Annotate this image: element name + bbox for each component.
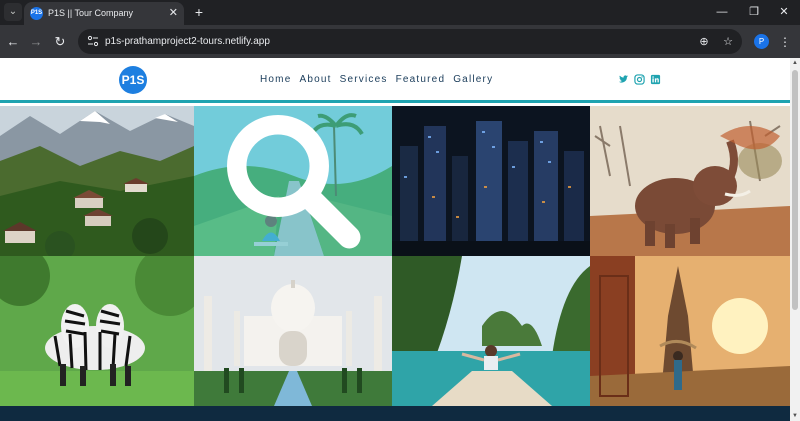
taj-mahal-image (194, 256, 392, 406)
profile-avatar[interactable]: P (754, 34, 769, 49)
scroll-up-icon[interactable]: ▲ (791, 59, 799, 67)
tab-search-button[interactable]: ⌄ (4, 3, 22, 21)
gallery-item-elephant[interactable] (590, 106, 790, 256)
nav-link-gallery[interactable]: Gallery (453, 74, 493, 85)
linkedin-icon[interactable] (650, 74, 661, 85)
minimize-icon[interactable]: — (712, 4, 732, 20)
scrollbar-thumb[interactable] (792, 70, 798, 310)
elephant-image (590, 106, 790, 256)
footer-strip (0, 406, 790, 421)
gallery-item-boat-lagoon[interactable] (392, 256, 590, 406)
zebras-image (0, 256, 194, 406)
browser-menu-icon[interactable]: ⋮ (778, 33, 792, 51)
new-tab-button[interactable]: + (190, 3, 208, 21)
close-window-icon[interactable]: ✕ (774, 4, 794, 20)
address-bar[interactable]: p1s-prathamproject2-tours.netlify.app ⊕ … (78, 29, 742, 54)
instagram-icon[interactable] (634, 74, 645, 85)
reload-icon[interactable]: ↻ (51, 33, 69, 51)
scroll-down-icon[interactable]: ▼ (791, 412, 799, 420)
browser-tab[interactable]: P1S P1S || Tour Company ✕ (24, 2, 184, 25)
gallery-item-taj-mahal[interactable] (194, 256, 392, 406)
gallery-grid (0, 106, 790, 406)
forward-icon[interactable]: → (27, 33, 45, 51)
back-icon[interactable]: ← (4, 33, 22, 51)
url-text: p1s-prathamproject2-tours.netlify.app (105, 36, 270, 47)
gallery-item-city-night[interactable] (392, 106, 590, 256)
page-scrollbar[interactable]: ▲ ▼ (790, 58, 800, 421)
site-navbar: P1S Home About Services Featured Gallery (0, 58, 790, 103)
nav-link-services[interactable]: Services (340, 74, 388, 85)
nav-link-about[interactable]: About (299, 74, 331, 85)
search-icon[interactable] (194, 106, 392, 256)
bookmark-star-icon[interactable]: ☆ (720, 34, 736, 50)
site-info-icon[interactable] (87, 35, 99, 47)
browser-toolbar: ← → ↻ p1s-prathamproject2-tours.netlify.… (0, 25, 800, 58)
zoom-icon[interactable]: ⊕ (696, 34, 712, 50)
gallery-item-temple-sunset[interactable] (590, 256, 790, 406)
gallery-item-zebras[interactable] (0, 256, 194, 406)
city-night-image (392, 106, 590, 256)
mountain-village-image (0, 106, 194, 256)
site-logo[interactable]: P1S (119, 66, 147, 94)
nav-link-featured[interactable]: Featured (396, 74, 446, 85)
page-viewport: P1S Home About Services Featured Gallery (0, 58, 790, 421)
social-links (618, 74, 666, 85)
gallery-item-woman-road[interactable] (194, 106, 392, 256)
temple-sunset-image (590, 256, 790, 406)
nav-link-home[interactable]: Home (260, 74, 291, 85)
twitter-icon[interactable] (618, 74, 629, 85)
nav-links: Home About Services Featured Gallery (260, 74, 501, 85)
close-tab-icon[interactable]: ✕ (169, 6, 178, 20)
boat-lagoon-image (392, 256, 590, 406)
tab-title: P1S || Tour Company (48, 8, 134, 18)
favicon-icon: P1S (30, 7, 43, 20)
browser-tab-strip: ⌄ P1S P1S || Tour Company ✕ + — ❐ ✕ (0, 0, 800, 25)
restore-icon[interactable]: ❐ (744, 4, 764, 20)
gallery-item-mountain-village[interactable] (0, 106, 194, 256)
